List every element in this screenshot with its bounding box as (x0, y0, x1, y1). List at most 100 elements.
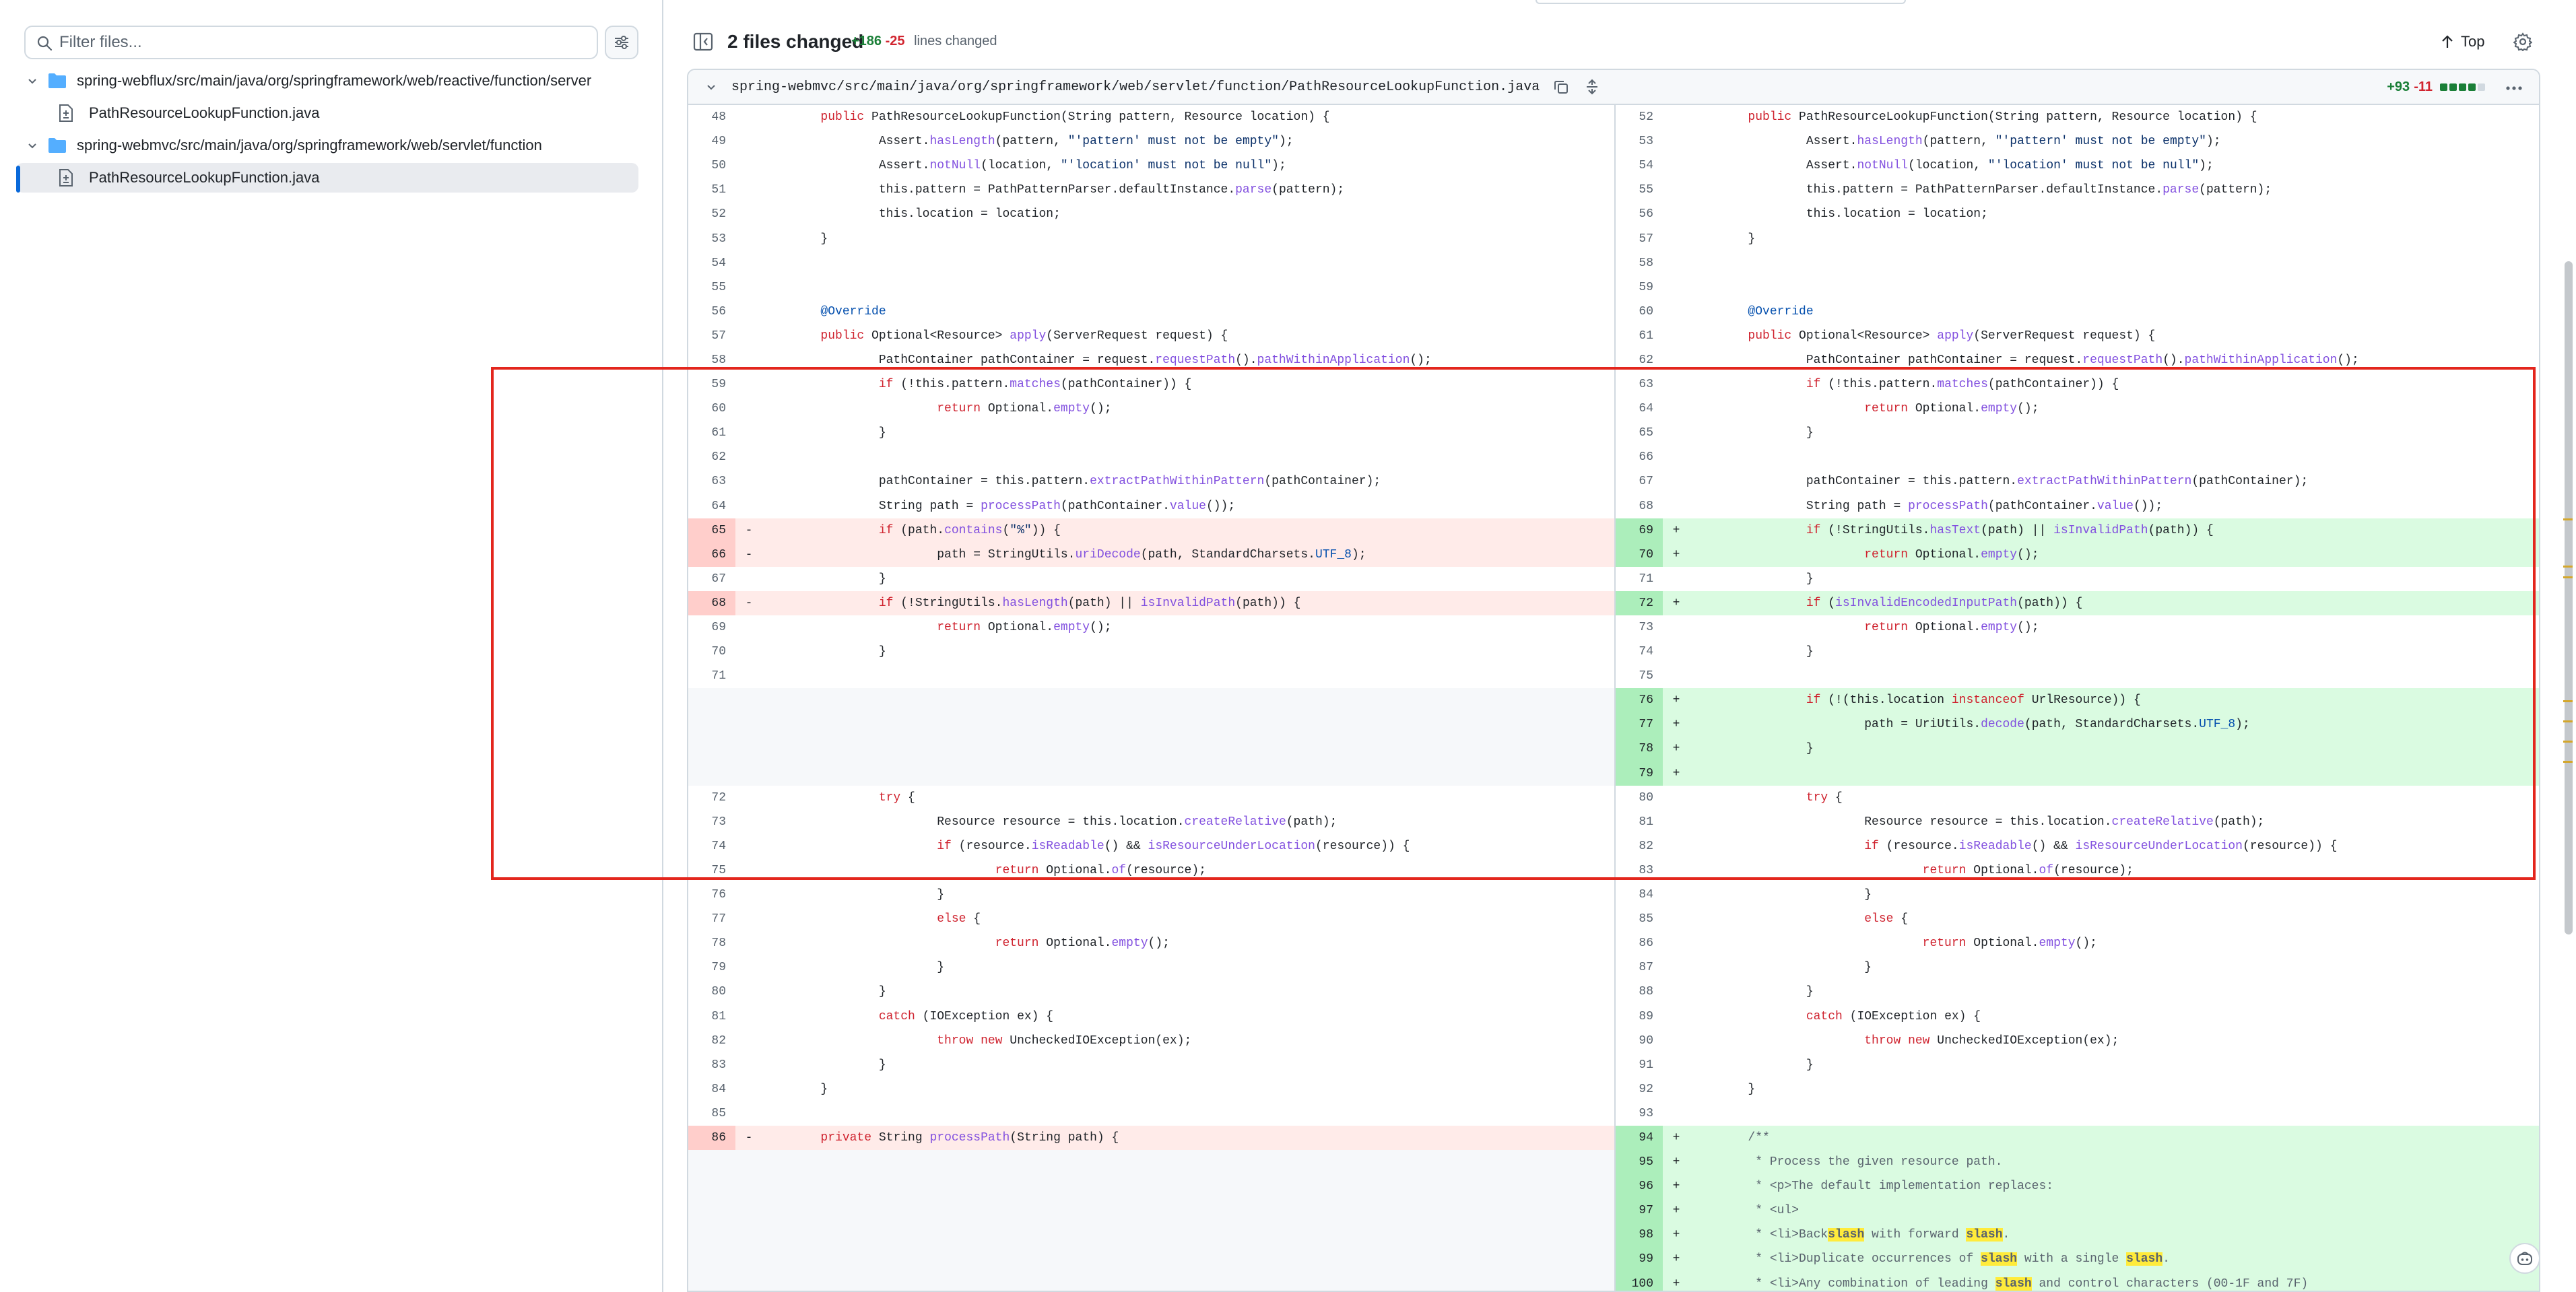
line-number[interactable]: 71 (1616, 567, 1663, 591)
line-number[interactable]: 79 (1616, 761, 1663, 786)
line-number[interactable]: 48 (688, 105, 735, 129)
filter-options-button[interactable] (605, 26, 638, 59)
line-number[interactable]: 80 (1616, 786, 1663, 810)
line-number[interactable]: 83 (1616, 858, 1663, 883)
line-number[interactable]: 60 (1616, 300, 1663, 324)
line-number[interactable]: 67 (688, 567, 735, 591)
line-number[interactable]: 56 (1616, 202, 1663, 226)
line-number[interactable]: 58 (688, 348, 735, 372)
line-number[interactable]: 69 (688, 615, 735, 640)
line-number[interactable]: 61 (688, 421, 735, 445)
line-number[interactable]: 87 (1616, 955, 1663, 980)
line-number[interactable]: 85 (688, 1101, 735, 1126)
line-number[interactable]: 67 (1616, 469, 1663, 494)
line-number[interactable]: 68 (1616, 494, 1663, 518)
line-number[interactable]: 75 (688, 858, 735, 883)
line-number[interactable]: 90 (1616, 1029, 1663, 1053)
back-to-top-button[interactable]: Top (2441, 30, 2484, 54)
line-number[interactable]: 54 (1616, 154, 1663, 178)
line-number[interactable]: 59 (1616, 275, 1663, 300)
line-number[interactable]: 62 (688, 445, 735, 469)
tree-folder-webflux[interactable]: spring-webflux/src/main/java/org/springf… (16, 66, 638, 96)
line-number[interactable]: 62 (1616, 348, 1663, 372)
file-options-button[interactable] (2504, 78, 2524, 98)
line-number[interactable]: 65 (1616, 421, 1663, 445)
tree-file-webflux[interactable]: PathResourceLookupFunction.java (16, 98, 638, 128)
line-number[interactable]: 54 (688, 251, 735, 275)
line-number[interactable]: 77 (1616, 712, 1663, 737)
tree-folder-webmvc[interactable]: spring-webmvc/src/main/java/org/springfr… (16, 131, 638, 160)
copilot-button[interactable] (2509, 1243, 2540, 1274)
line-number[interactable]: 92 (1616, 1077, 1663, 1101)
line-number[interactable]: 84 (1616, 883, 1663, 907)
line-number[interactable]: 61 (1616, 324, 1663, 348)
line-number[interactable]: 73 (688, 810, 735, 834)
line-number[interactable]: 70 (1616, 542, 1663, 567)
line-number[interactable]: 95 (1616, 1150, 1663, 1175)
line-number[interactable]: 74 (688, 834, 735, 858)
line-number[interactable]: 93 (1616, 1101, 1663, 1126)
line-number[interactable]: 63 (1616, 372, 1663, 397)
line-number[interactable]: 53 (1616, 129, 1663, 154)
line-number[interactable]: 88 (1616, 980, 1663, 1004)
line-number[interactable]: 97 (1616, 1198, 1663, 1223)
file-path[interactable]: spring-webmvc/src/main/java/org/springfr… (731, 79, 1540, 95)
line-number[interactable]: 68 (688, 590, 735, 615)
line-number[interactable]: 65 (688, 518, 735, 543)
line-number[interactable]: 99 (1616, 1247, 1663, 1272)
line-number[interactable]: 63 (688, 469, 735, 494)
line-number[interactable]: 81 (1616, 810, 1663, 834)
line-number[interactable]: 66 (688, 542, 735, 567)
line-number[interactable]: 64 (1616, 397, 1663, 421)
line-number[interactable]: 84 (688, 1077, 735, 1101)
line-number[interactable]: 74 (1616, 640, 1663, 664)
line-number[interactable]: 57 (1616, 226, 1663, 250)
line-number[interactable]: 77 (688, 907, 735, 931)
line-number[interactable]: 76 (1616, 688, 1663, 713)
line-number[interactable]: 66 (1616, 445, 1663, 469)
toggle-sidebar-button[interactable] (690, 30, 717, 54)
line-number[interactable]: 78 (688, 931, 735, 955)
line-number[interactable]: 80 (688, 980, 735, 1004)
line-number[interactable]: 71 (688, 664, 735, 688)
tree-file-webmvc-selected[interactable]: PathResourceLookupFunction.java (16, 163, 638, 193)
line-number[interactable]: 55 (688, 275, 735, 300)
chevron-down-icon[interactable] (23, 136, 42, 155)
scrollbar-thumb[interactable] (2565, 261, 2573, 934)
line-number[interactable]: 78 (1616, 737, 1663, 761)
copy-path-button[interactable] (1552, 77, 1571, 96)
line-number[interactable]: 94 (1616, 1125, 1663, 1151)
line-number[interactable]: 86 (1616, 931, 1663, 955)
line-number[interactable]: 60 (688, 397, 735, 421)
line-number[interactable]: 70 (688, 640, 735, 664)
line-number[interactable]: 53 (688, 226, 735, 250)
line-number[interactable]: 72 (1616, 590, 1663, 615)
line-number[interactable]: 52 (1616, 105, 1663, 129)
line-number[interactable]: 51 (688, 178, 735, 202)
line-number[interactable]: 100 (1616, 1271, 1663, 1291)
line-number[interactable]: 56 (688, 300, 735, 324)
expand-all-button[interactable] (1583, 77, 1601, 96)
line-number[interactable]: 50 (688, 154, 735, 178)
line-number[interactable]: 49 (688, 129, 735, 154)
line-number[interactable]: 76 (688, 883, 735, 907)
line-number[interactable]: 58 (1616, 251, 1663, 275)
chevron-down-icon[interactable] (23, 71, 42, 90)
collapse-file-button[interactable] (702, 77, 721, 96)
line-number[interactable]: 57 (688, 324, 735, 348)
line-number[interactable]: 79 (688, 955, 735, 980)
line-number[interactable]: 73 (1616, 615, 1663, 640)
line-number[interactable]: 85 (1616, 907, 1663, 931)
line-number[interactable]: 86 (688, 1125, 735, 1151)
line-number[interactable]: 72 (688, 786, 735, 810)
settings-button[interactable] (2511, 30, 2535, 54)
line-number[interactable]: 89 (1616, 1004, 1663, 1028)
line-number[interactable]: 82 (1616, 834, 1663, 858)
line-number[interactable]: 82 (688, 1029, 735, 1053)
line-number[interactable]: 64 (688, 494, 735, 518)
line-number[interactable]: 81 (688, 1004, 735, 1028)
line-number[interactable]: 98 (1616, 1223, 1663, 1248)
line-number[interactable]: 55 (1616, 178, 1663, 202)
line-number[interactable]: 52 (688, 202, 735, 226)
filter-files-box[interactable] (24, 26, 598, 59)
